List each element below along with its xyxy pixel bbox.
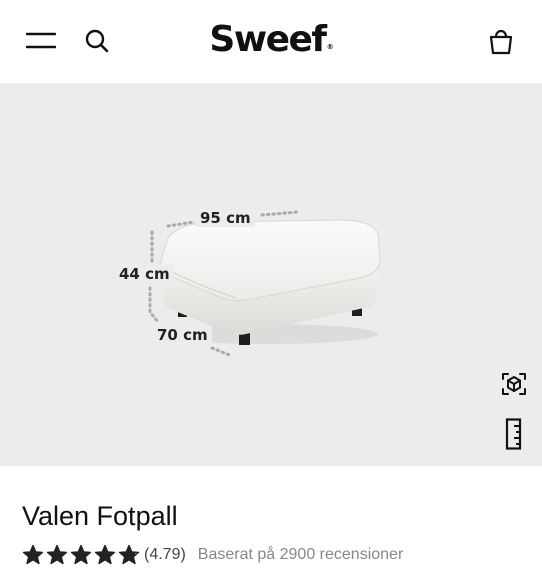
width-dimension-label: 95 cm	[196, 209, 255, 227]
brand-logo[interactable]: Sweef®	[0, 18, 542, 71]
star-icon	[94, 544, 116, 565]
product-gallery[interactable]: 95 cm 44 cm 70 cm	[0, 83, 542, 466]
rating-stars	[22, 544, 142, 566]
brand-registered-mark: ®	[326, 43, 334, 51]
site-header: Sweef®	[0, 0, 542, 83]
review-count[interactable]: Baserat på 2900 recensioner	[198, 546, 403, 564]
ruler-icon[interactable]	[505, 418, 523, 450]
star-icon	[70, 544, 92, 565]
star-icon	[118, 544, 140, 565]
shopping-bag-icon[interactable]	[486, 26, 516, 56]
depth-dimension-label: 70 cm	[153, 326, 212, 344]
star-icon	[22, 544, 44, 565]
rating-value: (4.79)	[144, 546, 186, 563]
star-icon	[46, 544, 68, 565]
ar-view-icon[interactable]	[500, 370, 528, 398]
product-rating[interactable]: (4.79) Baserat på 2900 recensioner	[22, 541, 403, 569]
height-dimension-label: 44 cm	[115, 265, 174, 283]
product-title: Valen Fotpall	[22, 501, 178, 531]
product-image	[148, 210, 381, 358]
brand-name: Sweef	[209, 19, 327, 60]
